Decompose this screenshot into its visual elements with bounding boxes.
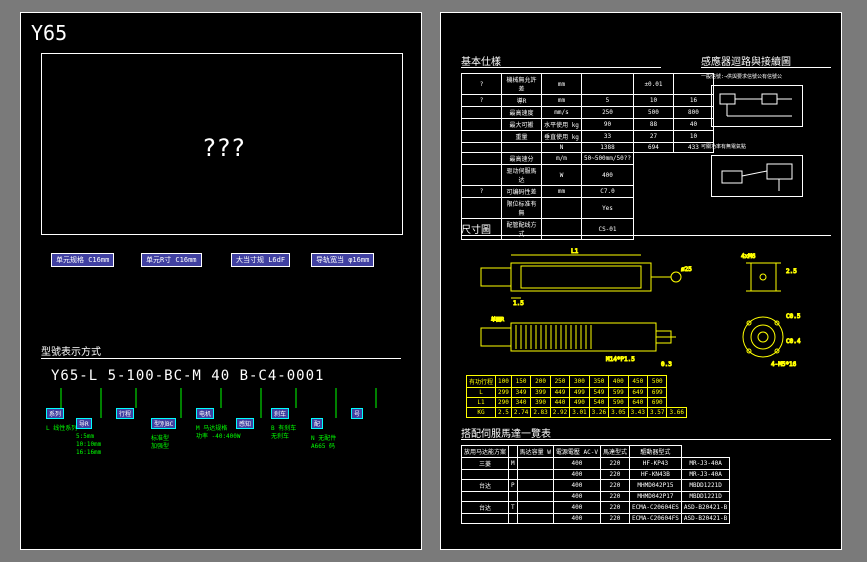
motor-table: 放用马达能方案馬达容量 W電源電壓 AC-V馬達型式驅動器型式三菱M400220… [461, 445, 730, 524]
tree-tag-7: 配 [311, 418, 323, 429]
spec-title: 基本仕樣 [461, 53, 501, 68]
motor-title: 搭配伺服馬達一覽表 [461, 425, 551, 440]
naming-title: 型號表示方式 [41, 343, 101, 358]
tree-tag-2: 行程 [116, 408, 134, 419]
tree-sub-1b: 10:10mm [76, 441, 101, 448]
divider-spec [461, 67, 661, 68]
preview-box: ??? [41, 53, 403, 235]
tree-tag-6: 刹车 [271, 408, 289, 419]
svg-text:1.5: 1.5 [513, 300, 524, 307]
spec-label-2: 单元R寸 C16mm [141, 253, 202, 267]
circuit-diagram-2 [711, 155, 803, 197]
svg-text:2.5: 2.5 [786, 268, 797, 275]
spec-label-4: 导轨宽当 φ16mm [311, 253, 374, 267]
svg-text:M14*P1.5: M14*P1.5 [606, 356, 635, 363]
tree-tag-8: 号 [351, 408, 363, 419]
svg-text:0.3: 0.3 [661, 361, 672, 368]
dim-table: 有功行程100150200250300350400450500L29934939… [466, 375, 687, 418]
tree-tag-4: 电机 [196, 408, 214, 419]
svg-text:C0.4: C0.4 [786, 338, 801, 345]
svg-text:4xM6: 4xM6 [741, 253, 756, 260]
right-sheet: 基本仕樣 感應器迴路與接續圖 一般信號:→供與要求信號公有信號公 ?機械無允許差… [440, 12, 842, 550]
divider-dim [461, 235, 831, 236]
tree-sub-4b: 功率 -40:400W [196, 431, 241, 440]
divider [41, 358, 401, 359]
spec-label-3: 大当寸规 L6dF [231, 253, 290, 267]
circuit-diagram-1 [711, 85, 803, 127]
svg-text:单面R: 单面R [491, 316, 505, 323]
tree-tag-0: 系列 [46, 408, 64, 419]
preview-placeholder: ??? [202, 134, 245, 162]
tree-tag-5: 感知 [236, 418, 254, 429]
spec-label-1: 单元规格 C16mm [51, 253, 114, 267]
tree-sub-1c: 16:16mm [76, 449, 101, 456]
tree-sub-3b: 加强型 [151, 441, 169, 450]
tree-sub-0: L 线性系列 [46, 423, 77, 432]
divider-circuit [701, 67, 831, 68]
tree-tag-1: 导R [76, 418, 92, 429]
svg-text:L1: L1 [571, 248, 579, 255]
circuit-note2: 可關功率有無電氣點 [701, 143, 746, 150]
svg-text:4-M5*16: 4-M5*16 [771, 361, 797, 368]
svg-text:ø25: ø25 [681, 266, 692, 273]
spec-table: ?機械無允許差mm±0.01?導Rmm51016最高速度mm/s25050080… [461, 73, 714, 240]
svg-text:C0.5: C0.5 [786, 313, 801, 320]
dimension-drawing: L1 ø25 1.5 4xM6 2.5 单面R M14*P1.5 0.3 [461, 243, 831, 373]
model-code: Y65-L 5-100-BC-M 40 B-C4-0001 [51, 368, 324, 384]
tree-sub-6b: 无刹车 [271, 431, 289, 440]
dim-title: 尺寸圖 [461, 221, 491, 236]
sheet-title: Y65 [31, 21, 67, 45]
tree-sub-7b: A665 码 [311, 441, 335, 450]
tree-tag-3: 型別BC [151, 418, 176, 429]
circuit-title: 感應器迴路與接續圖 [701, 53, 791, 68]
tree-sub-1a: 5:5mm [76, 433, 94, 440]
divider-motor [461, 439, 831, 440]
left-sheet: Y65 ??? 单元规格 C16mm 单元R寸 C16mm 大当寸规 L6dF … [20, 12, 422, 550]
